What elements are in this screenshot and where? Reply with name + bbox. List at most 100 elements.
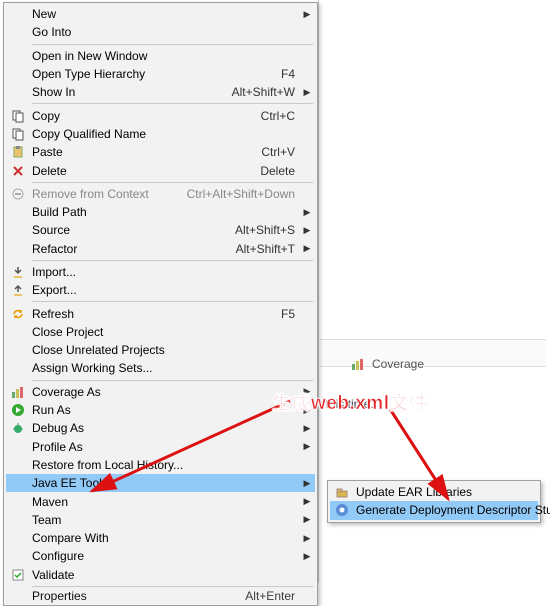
context-menu-item-refresh[interactable]: RefreshF5 xyxy=(6,304,315,322)
menu-shortcut: Ctrl+C xyxy=(255,109,303,123)
menu-item-label: Coverage As xyxy=(28,385,303,399)
blank-icon xyxy=(8,324,28,340)
context-menu-item-coverage-as[interactable]: Coverage As▶ xyxy=(6,383,315,401)
context-menu-item-debug-as[interactable]: Debug As▶ xyxy=(6,419,315,437)
context-menu-item-refactor[interactable]: RefactorAlt+Shift+T▶ xyxy=(6,240,315,258)
chevron-right-icon: ▶ xyxy=(303,533,311,544)
context-menu-item-assign-working-sets[interactable]: Assign Working Sets... xyxy=(6,359,315,377)
context-menu-item-maven[interactable]: Maven▶ xyxy=(6,492,315,510)
annotation-text: 生成web.xml文件 xyxy=(272,388,428,415)
blank-icon xyxy=(8,360,28,376)
context-menu-item-team[interactable]: Team▶ xyxy=(6,511,315,529)
blank-icon xyxy=(8,475,28,491)
context-menu-item-open-in-new-window[interactable]: Open in New Window xyxy=(6,47,315,65)
menu-separator xyxy=(32,44,313,45)
menu-separator xyxy=(32,301,313,302)
context-menu-item-compare-with[interactable]: Compare With▶ xyxy=(6,529,315,547)
blank-icon xyxy=(8,6,28,22)
menu-shortcut: Delete xyxy=(254,164,303,178)
menu-shortcut: Alt+Shift+S xyxy=(229,223,303,237)
copyq-icon xyxy=(8,126,28,142)
menu-item-label: Close Project xyxy=(28,325,303,339)
coverage-tab[interactable]: Coverage xyxy=(348,356,424,372)
menu-separator xyxy=(32,182,313,183)
import-icon xyxy=(8,264,28,280)
menu-shortcut: Alt+Shift+W xyxy=(226,85,303,99)
menu-item-label: Profile As xyxy=(28,440,303,454)
chevron-right-icon: ▶ xyxy=(303,478,311,489)
blank-icon xyxy=(8,342,28,358)
javaee-tools-submenu[interactable]: Update EAR Libraries Generate Deployment … xyxy=(327,480,541,523)
menu-item-label: Go Into xyxy=(28,25,303,39)
menu-item-label: Import... xyxy=(28,265,303,279)
menu-shortcut: F4 xyxy=(275,67,303,81)
chevron-right-icon: ▶ xyxy=(303,207,311,218)
menu-separator xyxy=(32,103,313,104)
context-menu-item-build-path[interactable]: Build Path▶ xyxy=(6,203,315,221)
chevron-right-icon: ▶ xyxy=(303,423,311,434)
blank-icon xyxy=(8,512,28,528)
blank-icon xyxy=(8,439,28,455)
blank-icon xyxy=(8,222,28,238)
context-menu-item-remove-from-context: Remove from ContextCtrl+Alt+Shift+Down xyxy=(6,185,315,203)
context-menu-item-close-unrelated-projects[interactable]: Close Unrelated Projects xyxy=(6,341,315,359)
context-menu-item-profile-as[interactable]: Profile As▶ xyxy=(6,438,315,456)
menu-item-label: New xyxy=(28,7,303,21)
context-menu-item-restore-from-local-history[interactable]: Restore from Local History... xyxy=(6,456,315,474)
menu-item-label: Refresh xyxy=(28,307,275,321)
menu-item-label: Java EE Tools xyxy=(28,476,303,490)
context-menu-item-paste[interactable]: PasteCtrl+V xyxy=(6,143,315,161)
menu-item-label: Properties xyxy=(28,589,239,603)
context-menu-item-copy-qualified-name[interactable]: Copy Qualified Name xyxy=(6,125,315,143)
context-menu-item-delete[interactable]: DeleteDelete xyxy=(6,161,315,179)
menu-item-label: Team xyxy=(28,513,303,527)
menu-item-label: Update EAR Libraries xyxy=(352,485,526,499)
context-menu-item-new[interactable]: New▶ xyxy=(6,5,315,23)
menu-item-label: Remove from Context xyxy=(28,187,181,201)
context-menu-item-open-type-hierarchy[interactable]: Open Type HierarchyF4 xyxy=(6,65,315,83)
blank-icon xyxy=(8,241,28,257)
run-icon xyxy=(8,402,28,418)
menu-shortcut: Alt+Enter xyxy=(239,589,303,603)
chevron-right-icon: ▶ xyxy=(303,441,311,452)
coverage-icon xyxy=(348,356,368,372)
menu-item-label: Close Unrelated Projects xyxy=(28,343,303,357)
debug-icon xyxy=(8,420,28,436)
submenu-item-update-ear-libraries[interactable]: Update EAR Libraries xyxy=(330,483,538,501)
context-menu-item-import[interactable]: Import... xyxy=(6,263,315,281)
chevron-right-icon: ▶ xyxy=(303,496,311,507)
context-menu-item-export[interactable]: Export... xyxy=(6,281,315,299)
blank-icon xyxy=(8,548,28,564)
menu-item-label: Copy xyxy=(28,109,255,123)
chevron-right-icon: ▶ xyxy=(303,87,311,98)
menu-item-label: Run As xyxy=(28,403,303,417)
blank-icon xyxy=(8,589,28,603)
menu-shortcut: F5 xyxy=(275,307,303,321)
menu-item-label: Build Path xyxy=(28,205,303,219)
menu-item-label: Open Type Hierarchy xyxy=(28,67,275,81)
menu-item-label: Paste xyxy=(28,145,255,159)
context-menu-item-properties[interactable]: PropertiesAlt+Enter xyxy=(6,589,315,603)
gen-icon xyxy=(332,502,352,518)
menu-item-label: Delete xyxy=(28,164,254,178)
menu-item-label: Validate xyxy=(28,568,303,582)
paste-icon xyxy=(8,144,28,160)
menu-item-label: Compare With xyxy=(28,531,303,545)
context-menu-item-copy[interactable]: CopyCtrl+C xyxy=(6,106,315,124)
context-menu-item-validate[interactable]: Validate xyxy=(6,566,315,584)
context-menu-item-source[interactable]: SourceAlt+Shift+S▶ xyxy=(6,221,315,239)
blank-icon xyxy=(8,530,28,546)
context-menu-item-java-ee-tools[interactable]: Java EE Tools▶ xyxy=(6,474,315,492)
update-icon xyxy=(332,484,352,500)
context-menu[interactable]: New▶Go IntoOpen in New WindowOpen Type H… xyxy=(3,2,318,606)
blank-icon xyxy=(8,84,28,100)
menu-separator xyxy=(32,380,313,381)
context-menu-item-close-project[interactable]: Close Project xyxy=(6,323,315,341)
context-menu-item-configure[interactable]: Configure▶ xyxy=(6,547,315,565)
context-menu-item-run-as[interactable]: Run As▶ xyxy=(6,401,315,419)
context-menu-item-go-into[interactable]: Go Into xyxy=(6,23,315,41)
coverage-icon xyxy=(8,384,28,400)
submenu-item-generate-deployment-descriptor-stub[interactable]: Generate Deployment Descriptor Stub xyxy=(330,501,538,519)
menu-item-label: Show In xyxy=(28,85,226,99)
context-menu-item-show-in[interactable]: Show InAlt+Shift+W▶ xyxy=(6,83,315,101)
